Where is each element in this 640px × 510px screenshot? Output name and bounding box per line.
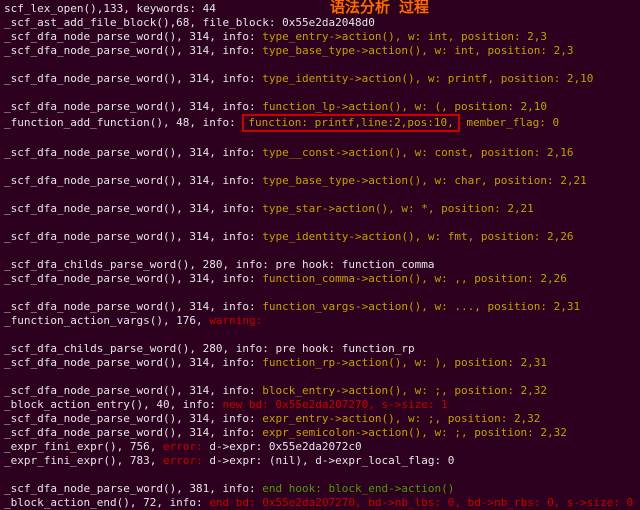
log-segment: _scf_dfa_childs_parse_word(), 280, info:… <box>4 258 434 271</box>
log-segment: expr_entry->action(), w: ;, position: 2,… <box>262 412 540 425</box>
log-segment: _scf_dfa_node_parse_word(), 314, info: <box>4 30 262 43</box>
log-line: _scf_dfa_node_parse_word(), 381, info: e… <box>4 482 636 496</box>
log-line: _function_action_vargs(), 176, warning: <box>4 314 636 328</box>
log-segment: function: printf,line:2,pos:10, <box>242 114 459 132</box>
log-line <box>4 188 636 202</box>
log-line: _scf_dfa_node_parse_word(), 314, info: f… <box>4 272 636 286</box>
log-segment: _scf_dfa_node_parse_word(), 314, info: <box>4 174 262 187</box>
log-segment: _scf_dfa_node_parse_word(), 381, info: <box>4 482 262 495</box>
log-line <box>4 216 636 230</box>
log-segment: _scf_dfa_node_parse_word(), 314, info: <box>4 272 262 285</box>
log-segment: expr_semicolon->action(), w: ;, position… <box>262 426 567 439</box>
log-segment: end bd: 0x55e2da207270, bd->nb_lbs: 0, b… <box>209 496 633 509</box>
log-segment: error: <box>163 440 203 453</box>
annotation-title: 语法分析 过程 <box>330 0 429 16</box>
log-segment: function_comma->action(), w: ,, position… <box>262 272 567 285</box>
log-segment: type_base_type->action(), w: int, positi… <box>262 44 573 57</box>
log-line <box>4 160 636 174</box>
log-line: _expr_fini_expr(), 783, error: d->expr: … <box>4 454 636 468</box>
log-line: _scf_dfa_node_parse_word(), 314, info: e… <box>4 412 636 426</box>
log-line <box>4 244 636 258</box>
log-line: _scf_dfa_node_parse_word(), 314, info: t… <box>4 30 636 44</box>
log-segment: type_star->action(), w: *, position: 2,2… <box>262 202 534 215</box>
log-line <box>4 132 636 146</box>
log-line <box>4 58 636 72</box>
log-line: _scf_dfa_node_parse_word(), 314, info: t… <box>4 44 636 58</box>
log-segment: type_base_type->action(), w: char, posit… <box>262 174 587 187</box>
log-segment: _scf_dfa_node_parse_word(), 314, info: <box>4 100 262 113</box>
log-line: scf_lex_open(),133, keywords: 44 <box>4 2 636 16</box>
log-line: _function_add_function(), 48, info: func… <box>4 114 636 132</box>
log-segment: _scf_dfa_node_parse_word(), 314, info: <box>4 384 262 397</box>
log-line: _expr_fini_expr(), 756, error: d->expr: … <box>4 440 636 454</box>
log-line <box>4 286 636 300</box>
log-line <box>4 370 636 384</box>
log-line: _block_action_entry(), 40, info: new bd:… <box>4 398 636 412</box>
annotation-title-text: 语法分析 过程 <box>330 0 429 16</box>
log-segment: _scf_dfa_node_parse_word(), 314, info: <box>4 426 262 439</box>
log-segment: warning: <box>209 314 262 327</box>
log-line: _scf_dfa_node_parse_word(), 314, info: t… <box>4 174 636 188</box>
log-line: _scf_ast_add_file_block(),68, file_block… <box>4 16 636 30</box>
log-line: _scf_dfa_node_parse_word(), 314, info: f… <box>4 100 636 114</box>
log-line: _scf_dfa_node_parse_word(), 314, info: t… <box>4 202 636 216</box>
log-segment: _block_action_end(), 72, info: <box>4 496 209 509</box>
log-segment: type_identity->action(), w: fmt, positio… <box>262 230 573 243</box>
log-segment: d->expr: 0x55e2da2072c0 <box>203 440 362 453</box>
log-segment: end hook: block_end->action() <box>262 482 454 495</box>
log-segment: _scf_dfa_node_parse_word(), 314, info: <box>4 72 262 85</box>
log-segment: _scf_dfa_childs_parse_word(), 280, info:… <box>4 342 415 355</box>
log-segment: member_flag: 0 <box>460 116 559 129</box>
log-segment: block_entry->action(), w: ;, position: 2… <box>262 384 547 397</box>
log-line: _scf_dfa_node_parse_word(), 314, info: t… <box>4 230 636 244</box>
log-segment: _function_add_function(), 48, info: <box>4 116 242 129</box>
log-line: _scf_dfa_node_parse_word(), 314, info: b… <box>4 384 636 398</box>
log-segment: _scf_dfa_node_parse_word(), 314, info: <box>4 300 262 313</box>
log-segment: d->expr: (nil), d->expr_local_flag: 0 <box>203 454 455 467</box>
log-segment: _scf_dfa_node_parse_word(), 314, info: <box>4 230 262 243</box>
log-line: _scf_dfa_childs_parse_word(), 280, info:… <box>4 258 636 272</box>
log-segment: _scf_dfa_node_parse_word(), 314, info: <box>4 44 262 57</box>
log-lines: scf_lex_open(),133, keywords: 44_scf_ast… <box>4 2 636 510</box>
log-segment: type_entry->action(), w: int, position: … <box>262 30 547 43</box>
log-segment: _scf_dfa_node_parse_word(), 314, info: <box>4 356 262 369</box>
log-segment: _function_action_vargs(), 176, <box>4 314 209 327</box>
log-line: _scf_dfa_node_parse_word(), 314, info: t… <box>4 146 636 160</box>
log-segment: function_lp->action(), w: (, position: 2… <box>262 100 547 113</box>
log-line: _scf_dfa_childs_parse_word(), 280, info:… <box>4 342 636 356</box>
log-segment: _scf_dfa_node_parse_word(), 314, info: <box>4 202 262 215</box>
log-segment: _block_action_entry(), 40, info: <box>4 398 223 411</box>
log-segment: new bd: 0x55e2da207270, s->size: 1 <box>223 398 448 411</box>
log-segment: scf_lex_open(),133, keywords: 44 <box>4 2 216 15</box>
log-segment: _scf_ast_add_file_block(),68, file_block… <box>4 16 375 29</box>
log-line: _block_action_end(), 72, info: end bd: 0… <box>4 496 636 510</box>
log-segment: _scf_dfa_node_parse_word(), 314, info: <box>4 146 262 159</box>
log-line: _scf_dfa_node_parse_word(), 314, info: e… <box>4 426 636 440</box>
log-segment: _expr_fini_expr(), 783, <box>4 454 163 467</box>
log-segment: function_rp->action(), w: ), position: 2… <box>262 356 547 369</box>
log-segment: type__const->action(), w: const, positio… <box>262 146 573 159</box>
log-line <box>4 328 636 342</box>
log-line: _scf_dfa_node_parse_word(), 314, info: t… <box>4 72 636 86</box>
log-line <box>4 468 636 482</box>
log-segment: _expr_fini_expr(), 756, <box>4 440 163 453</box>
log-line: _scf_dfa_node_parse_word(), 314, info: f… <box>4 300 636 314</box>
terminal-output: 语法分析 过程 scf_lex_open(),133, keywords: 44… <box>0 0 640 510</box>
log-segment: function_vargs->action(), w: ..., positi… <box>262 300 580 313</box>
log-segment: type_identity->action(), w: printf, posi… <box>262 72 593 85</box>
log-line: _scf_dfa_node_parse_word(), 314, info: f… <box>4 356 636 370</box>
log-segment: error: <box>163 454 203 467</box>
log-segment: _scf_dfa_node_parse_word(), 314, info: <box>4 412 262 425</box>
log-line <box>4 86 636 100</box>
